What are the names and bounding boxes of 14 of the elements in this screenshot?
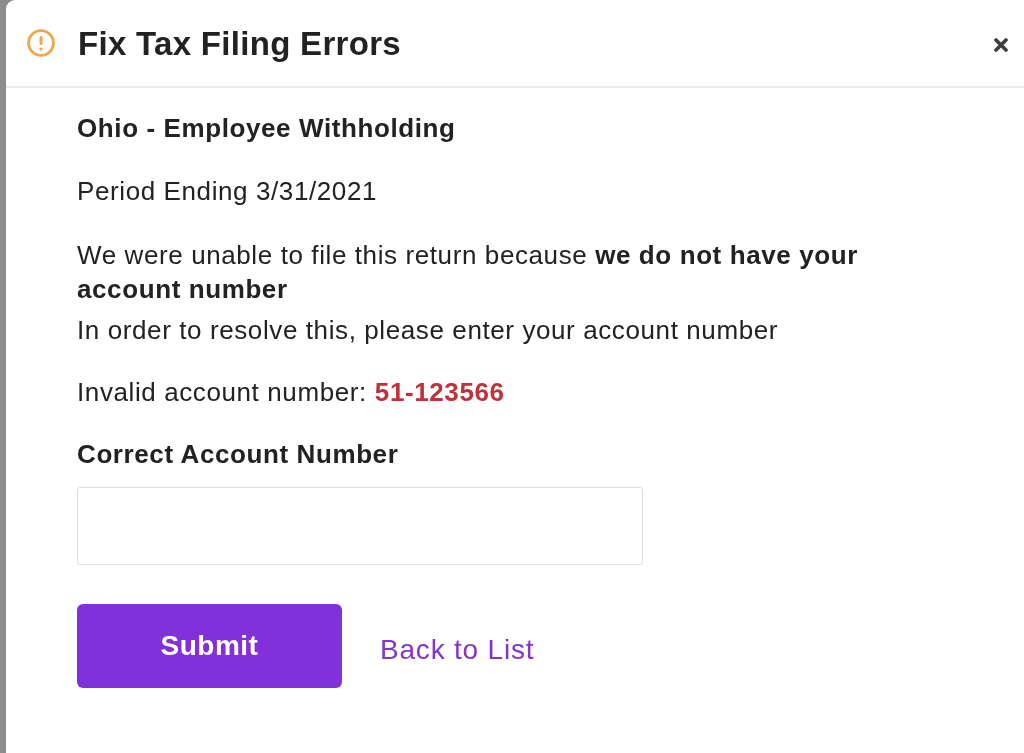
close-icon — [994, 38, 1008, 52]
period-text: Period Ending 3/31/2021 — [77, 175, 378, 208]
error-message: We were unable to file this return because we do not have your account number — [77, 239, 859, 306]
section-heading: Ohio - Employee Withholding — [77, 112, 456, 145]
invalid-account-number: 51-123566 — [374, 376, 505, 409]
dialog-title: Fix Tax Filing Errors — [78, 24, 402, 64]
back-to-list-link[interactable]: Back to List — [380, 633, 535, 667]
invalid-label: Invalid account number: — [77, 376, 367, 409]
submit-button[interactable]: Submit — [77, 604, 342, 688]
account-number-input[interactable] — [77, 487, 643, 565]
warning-icon — [27, 29, 55, 57]
close-button[interactable] — [994, 38, 1008, 52]
instruction-text: In order to resolve this, please enter your account number — [77, 314, 779, 347]
field-label: Correct Account Number — [77, 438, 399, 471]
